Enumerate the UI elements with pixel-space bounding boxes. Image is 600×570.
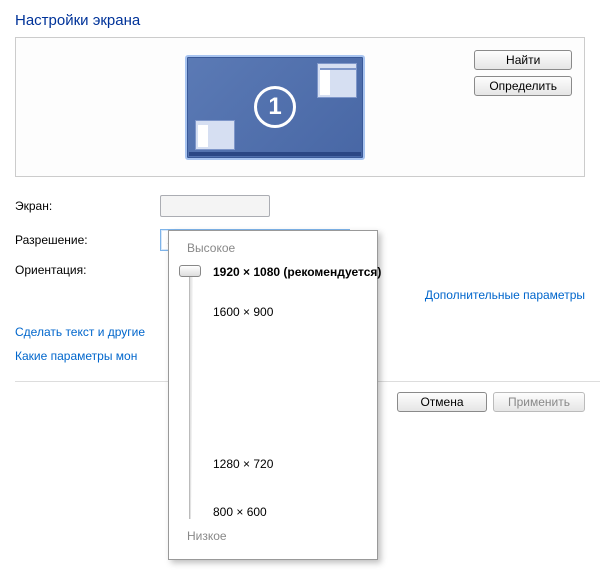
resolution-label: Разрешение: <box>15 233 160 247</box>
page-title: Настройки экрана <box>0 0 600 37</box>
resolution-dropdown[interactable]: Высокое 1920 × 1080 (рекомендуется)1600 … <box>168 230 378 560</box>
screen-selector[interactable] <box>160 195 270 217</box>
monitor-number-badge: 1 <box>254 86 296 128</box>
dropdown-body: 1920 × 1080 (рекомендуется)1600 × 900128… <box>181 265 377 525</box>
identify-button[interactable]: Определить <box>474 76 572 96</box>
screen-label: Экран: <box>15 199 160 213</box>
resolution-option[interactable]: 1600 × 900 <box>213 305 273 319</box>
resolution-option[interactable]: 1920 × 1080 (рекомендуется) <box>213 265 381 279</box>
dropdown-high-label: Высокое <box>169 231 377 259</box>
cancel-button[interactable]: Отмена <box>397 392 487 412</box>
resolution-slider-track[interactable] <box>189 271 193 519</box>
resolution-slider-thumb[interactable] <box>179 265 201 277</box>
resolution-list: 1920 × 1080 (рекомендуется)1600 × 900128… <box>213 265 373 525</box>
mini-taskbar <box>189 152 361 156</box>
find-button[interactable]: Найти <box>474 50 572 70</box>
resolution-option[interactable]: 1280 × 720 <box>213 457 273 471</box>
resolution-option[interactable]: 800 × 600 <box>213 505 267 519</box>
mini-window-top <box>317 63 357 98</box>
mini-window-bottom <box>195 120 235 150</box>
monitor-arrangement-box: 1 Найти Определить <box>15 37 585 177</box>
advanced-link[interactable]: Дополнительные параметры <box>425 288 585 302</box>
monitor-preview[interactable]: 1 <box>185 55 365 160</box>
orientation-label: Ориентация: <box>15 263 160 277</box>
dropdown-low-label: Низкое <box>169 529 377 547</box>
apply-button[interactable]: Применить <box>493 392 585 412</box>
